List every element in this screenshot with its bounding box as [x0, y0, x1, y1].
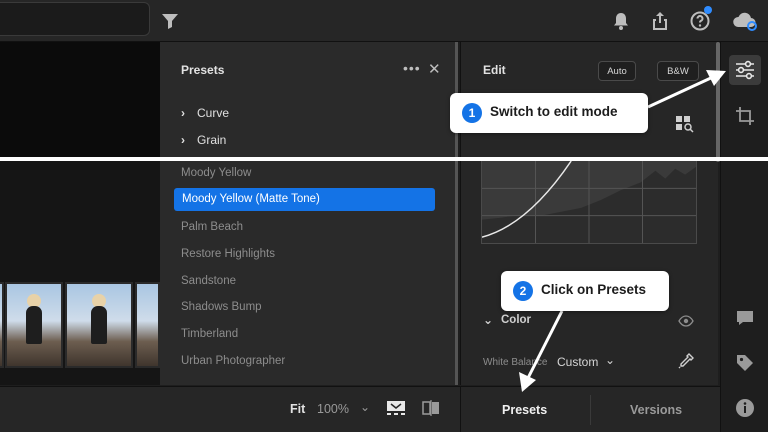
step-2-callout: 2 Click on Presets: [501, 271, 669, 311]
presets-panel-title: Presets: [181, 63, 225, 77]
preset-item[interactable]: Palm Beach: [181, 221, 243, 233]
zoom-level[interactable]: 100%: [317, 402, 349, 416]
photo-thumbnail[interactable]: [0, 282, 4, 368]
sliders-icon[interactable]: [734, 59, 756, 81]
preset-item[interactable]: Restore Highlights: [181, 248, 275, 260]
auto-button[interactable]: Auto: [598, 61, 636, 81]
bw-button[interactable]: B&W: [657, 61, 699, 81]
tutorial-divider-line: [0, 157, 768, 161]
white-balance-label: White Balance: [483, 357, 548, 368]
close-icon[interactable]: ✕: [428, 60, 441, 78]
photo-thumbnail[interactable]: [65, 282, 133, 368]
preset-group-curve[interactable]: › Curve: [181, 106, 229, 120]
chevron-right-icon: ›: [181, 133, 185, 147]
crop-icon[interactable]: [734, 105, 756, 127]
chevron-down-icon[interactable]: ⌄: [605, 353, 615, 367]
tab-versions[interactable]: Versions: [630, 403, 682, 417]
cloud-sync-icon[interactable]: [731, 9, 759, 33]
chevron-down-icon[interactable]: ⌄: [360, 400, 370, 414]
preset-item-selected[interactable]: Moody Yellow (Matte Tone): [174, 188, 435, 211]
photo-thumbnail[interactable]: [5, 282, 63, 368]
step-number: 1: [462, 103, 482, 123]
filter-icon[interactable]: [158, 9, 182, 33]
step-text: Switch to edit mode: [490, 104, 618, 119]
preset-item[interactable]: Sandstone: [181, 275, 236, 287]
step-1-callout: 1 Switch to edit mode: [450, 93, 648, 133]
search-input[interactable]: [0, 2, 150, 36]
tone-curve[interactable]: [481, 160, 697, 244]
preset-item[interactable]: Shadows Bump: [181, 301, 262, 313]
white-balance-select[interactable]: Custom: [557, 355, 598, 369]
info-icon[interactable]: [734, 397, 756, 419]
preset-group-grain[interactable]: › Grain: [181, 133, 226, 147]
profile-browser-icon[interactable]: [675, 115, 695, 133]
preset-item[interactable]: Moody Yellow: [181, 167, 251, 179]
edit-panel-title: Edit: [483, 63, 506, 77]
eyedropper-icon[interactable]: [677, 352, 695, 370]
chevron-down-icon[interactable]: ⌄: [483, 313, 493, 327]
photo-preview: [0, 42, 160, 160]
share-icon[interactable]: [648, 9, 672, 33]
step-number: 2: [513, 281, 533, 301]
tag-icon[interactable]: [734, 352, 756, 374]
compare-icon[interactable]: [422, 399, 440, 417]
chevron-right-icon: ›: [181, 106, 185, 120]
more-options-icon[interactable]: •••: [403, 60, 421, 76]
bell-icon[interactable]: [609, 9, 633, 33]
fit-button[interactable]: Fit: [290, 402, 305, 416]
tab-divider: [590, 395, 591, 425]
photo-thumbnail[interactable]: [135, 282, 160, 368]
eye-icon[interactable]: [678, 314, 694, 327]
preset-group-label: Grain: [197, 133, 227, 147]
notification-dot: [704, 6, 712, 14]
color-section-label[interactable]: Color: [501, 314, 531, 326]
step-text: Click on Presets: [541, 282, 647, 297]
tab-presets[interactable]: Presets: [502, 403, 547, 417]
filmstrip-icon[interactable]: [386, 400, 406, 416]
preset-group-label: Curve: [197, 106, 230, 120]
preset-item[interactable]: Timberland: [181, 328, 238, 340]
preset-item[interactable]: Urban Photographer: [181, 355, 285, 367]
comment-icon[interactable]: [734, 307, 756, 329]
